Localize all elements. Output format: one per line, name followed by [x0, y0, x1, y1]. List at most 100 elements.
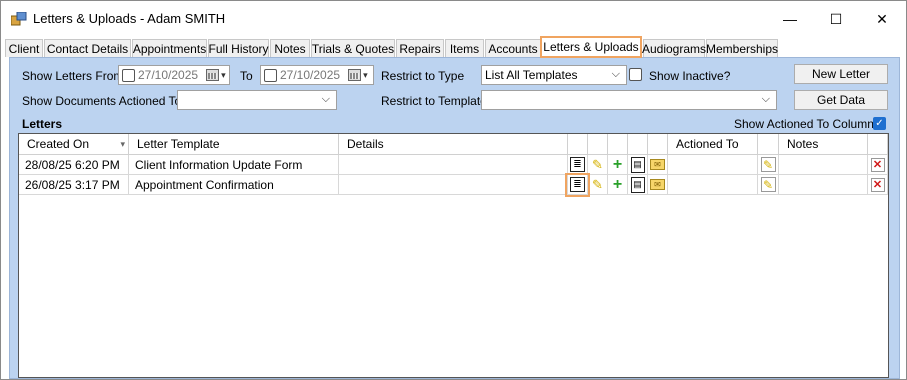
- tab-memberships[interactable]: Memberships: [706, 39, 778, 57]
- table-row-1-actioned-to[interactable]: [668, 155, 758, 175]
- tab-items[interactable]: Items: [445, 39, 484, 57]
- restrict-to-type-label: Restrict to Type: [381, 69, 465, 83]
- table-row-2-email-cell[interactable]: ✉: [648, 175, 668, 195]
- delete-icon: ✕: [870, 177, 885, 192]
- chevron-down-icon: ⌵: [611, 68, 620, 80]
- column-header-blank: [608, 134, 628, 155]
- table-row-2-details[interactable]: [339, 175, 568, 195]
- sort-arrow-icon: ▾: [120, 138, 125, 149]
- table-row-2-edit-actioned-cell[interactable]: ✎: [758, 175, 779, 195]
- table-row-2-copy-cell[interactable]: ▤: [628, 175, 648, 195]
- from-date-picker[interactable]: 27/10/2025 ▾: [118, 65, 230, 85]
- chevron-down-icon: ⌵: [761, 93, 770, 105]
- column-header-blank: [868, 134, 888, 155]
- table-row-1-created-on: 28/08/25 6:20 PM: [19, 155, 129, 175]
- table-row-1-delete-cell[interactable]: ✕: [868, 155, 888, 175]
- table-row-1-email-cell[interactable]: ✉: [648, 155, 668, 175]
- tab-repairs[interactable]: Repairs: [396, 39, 444, 57]
- tab-audiograms[interactable]: Audiograms: [642, 39, 706, 57]
- created-on-header-label: Created On: [27, 137, 90, 151]
- pencil-icon: ✎: [760, 177, 776, 192]
- envelope-icon: ✉: [650, 159, 665, 170]
- restrict-template-select[interactable]: ⌵: [481, 90, 777, 110]
- actioned-to-select[interactable]: ⌵: [177, 90, 337, 110]
- restrict-type-value: List All Templates: [485, 68, 578, 82]
- view-letter-highlight: [565, 173, 590, 197]
- table-row-1-add-cell[interactable]: +: [608, 155, 628, 175]
- column-header-blank: [588, 134, 608, 155]
- show-actioned-columns-label: Show Actioned To Columns: [734, 117, 880, 131]
- letters-table: Created On ▾ Letter Template Details Act…: [18, 133, 889, 378]
- tab-full-history[interactable]: Full History: [208, 39, 269, 57]
- close-button[interactable]: ✕: [859, 1, 905, 37]
- table-row-2-template: Appointment Confirmation: [129, 175, 339, 195]
- add-icon: +: [612, 175, 623, 193]
- app-window: Letters & Uploads - Adam SMITH — ☐ ✕ Cli…: [0, 0, 907, 380]
- column-header-blank: [758, 134, 779, 155]
- table-row-2-edit-cell[interactable]: ✎: [588, 175, 608, 195]
- table-row-1-notes[interactable]: [779, 155, 868, 175]
- column-header-blank: [568, 134, 588, 155]
- calendar-icon: [348, 69, 362, 81]
- minimize-button[interactable]: —: [767, 1, 813, 37]
- to-date-checkbox[interactable]: [264, 68, 277, 82]
- table-row-1-view-cell[interactable]: ≣: [568, 155, 588, 175]
- pencil-icon: ✎: [760, 157, 776, 172]
- tab-notes[interactable]: Notes: [270, 39, 310, 57]
- column-header-details[interactable]: Details: [339, 134, 568, 155]
- column-header-actioned-to[interactable]: Actioned To: [668, 134, 758, 155]
- show-actioned-columns-checkbox[interactable]: ✓: [873, 117, 886, 130]
- show-inactive-checkbox[interactable]: [629, 68, 642, 81]
- copy-pages-icon: ▤: [630, 156, 645, 173]
- pencil-icon: ✎: [592, 156, 603, 172]
- tab-accounts[interactable]: Accounts: [485, 39, 541, 57]
- new-letter-button[interactable]: New Letter: [794, 64, 888, 84]
- pencil-icon: ✎: [592, 176, 603, 192]
- table-row-2-add-cell[interactable]: +: [608, 175, 628, 195]
- delete-icon: ✕: [870, 157, 885, 172]
- restrict-to-template-label: Restrict to Template: [381, 94, 487, 108]
- title-bar: Letters & Uploads - Adam SMITH — ☐ ✕: [1, 1, 906, 37]
- column-header-notes[interactable]: Notes: [779, 134, 868, 155]
- from-date-checkbox[interactable]: [122, 68, 135, 82]
- dropdown-arrow-icon: ▾: [363, 69, 368, 80]
- table-row-1-edit-cell[interactable]: ✎: [588, 155, 608, 175]
- to-date-value: 27/10/2025: [280, 68, 341, 82]
- tab-client[interactable]: Client: [5, 39, 43, 57]
- table-row-2-delete-cell[interactable]: ✕: [868, 175, 888, 195]
- app-icon: [11, 12, 27, 26]
- table-row-2-notes[interactable]: [779, 175, 868, 195]
- get-data-button[interactable]: Get Data: [794, 90, 888, 110]
- maximize-button[interactable]: ☐: [813, 1, 859, 37]
- show-letters-from-label: Show Letters From: [22, 69, 124, 83]
- tab-trials-quotes[interactable]: Trials & Quotes: [311, 39, 395, 57]
- tab-strip: Client Contact Details Appointments Full…: [1, 36, 906, 58]
- table-row-2-actioned-to[interactable]: [668, 175, 758, 195]
- restrict-type-select[interactable]: List All Templates ⌵: [481, 65, 627, 85]
- table-row-1-edit-actioned-cell[interactable]: ✎: [758, 155, 779, 175]
- to-date-picker[interactable]: 27/10/2025 ▾: [260, 65, 374, 85]
- tab-contact-details[interactable]: Contact Details: [44, 39, 131, 57]
- add-icon: +: [612, 155, 623, 173]
- show-documents-actioned-label: Show Documents Actioned To: [22, 94, 182, 108]
- from-date-value: 27/10/2025: [138, 68, 199, 82]
- column-header-created-on[interactable]: Created On ▾: [19, 134, 129, 155]
- table-row-1-details[interactable]: [339, 155, 568, 175]
- calendar-icon: [206, 69, 220, 81]
- to-label: To: [240, 69, 253, 83]
- table-row-2-created-on: 26/08/25 3:17 PM: [19, 175, 129, 195]
- column-header-letter-template[interactable]: Letter Template: [129, 134, 339, 155]
- letters-panel: Show Letters From 27/10/2025 ▾ To 27/10/…: [9, 57, 900, 379]
- column-header-blank: [628, 134, 648, 155]
- table-row-1-copy-cell[interactable]: ▤: [628, 155, 648, 175]
- document-icon: ≣: [570, 157, 585, 172]
- column-header-blank: [648, 134, 668, 155]
- dropdown-arrow-icon: ▾: [221, 69, 226, 80]
- table-row-1-template: Client Information Update Form: [129, 155, 339, 175]
- chevron-down-icon: ⌵: [321, 93, 330, 105]
- window-title: Letters & Uploads - Adam SMITH: [33, 11, 226, 26]
- envelope-icon: ✉: [650, 179, 665, 190]
- show-inactive-label: Show Inactive?: [649, 69, 731, 83]
- tab-appointments[interactable]: Appointments: [132, 39, 207, 57]
- tab-letters-uploads[interactable]: Letters & Uploads: [540, 36, 642, 58]
